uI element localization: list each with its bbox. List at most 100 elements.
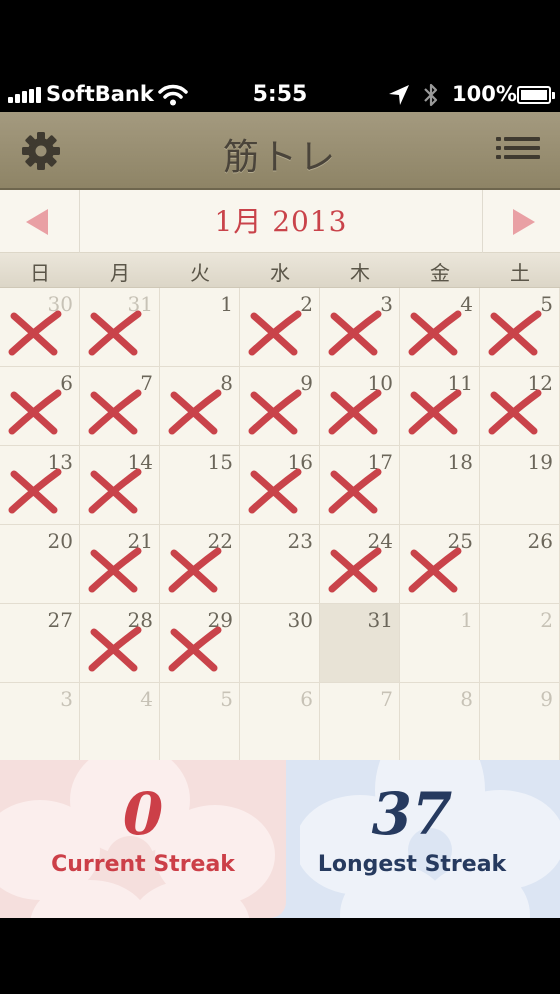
completed-x-mark-icon	[88, 389, 142, 435]
completed-x-mark-icon	[248, 310, 302, 356]
longest-streak-value: 37	[371, 780, 453, 848]
completed-x-mark-icon	[168, 389, 222, 435]
day-cell[interactable]: 28	[80, 604, 160, 683]
day-number: 6	[300, 687, 313, 711]
completed-x-mark-icon	[88, 547, 142, 593]
day-cell[interactable]: 2	[240, 288, 320, 367]
day-number: 18	[447, 450, 473, 474]
weekday-label: 日	[30, 261, 50, 285]
day-cell[interactable]: 15	[160, 446, 240, 525]
day-cell[interactable]: 16	[240, 446, 320, 525]
day-cell[interactable]: 7	[320, 683, 400, 762]
list-icon[interactable]	[496, 134, 540, 166]
completed-x-mark-icon	[408, 310, 462, 356]
completed-x-mark-icon	[88, 468, 142, 514]
completed-x-mark-icon	[248, 389, 302, 435]
day-cell[interactable]: 6	[0, 367, 80, 446]
day-cell[interactable]: 9	[480, 683, 560, 762]
day-cell[interactable]: 30	[0, 288, 80, 367]
day-number: 30	[287, 608, 313, 632]
day-cell[interactable]: 21	[80, 525, 160, 604]
day-cell[interactable]: 12	[480, 367, 560, 446]
day-cell[interactable]: 19	[480, 446, 560, 525]
day-cell[interactable]: 31	[80, 288, 160, 367]
location-arrow-icon	[389, 85, 409, 105]
day-number: 4	[140, 687, 153, 711]
day-cell[interactable]: 20	[0, 525, 80, 604]
day-cell-today[interactable]: 31	[320, 604, 400, 683]
day-cell[interactable]: 30	[240, 604, 320, 683]
longest-streak-card: 37 Longest Streak	[264, 760, 560, 918]
completed-x-mark-icon	[8, 468, 62, 514]
day-cell[interactable]: 17	[320, 446, 400, 525]
day-number: 26	[527, 529, 553, 553]
completed-x-mark-icon	[328, 310, 382, 356]
weekday-label: 金	[430, 261, 450, 285]
day-cell[interactable]: 8	[160, 367, 240, 446]
day-cell[interactable]: 10	[320, 367, 400, 446]
completed-x-mark-icon	[488, 389, 542, 435]
day-cell[interactable]: 6	[240, 683, 320, 762]
day-cell[interactable]: 8	[400, 683, 480, 762]
completed-x-mark-icon	[8, 310, 62, 356]
day-cell[interactable]: 25	[400, 525, 480, 604]
day-cell[interactable]: 27	[0, 604, 80, 683]
weekday-header: 日月火水木金土	[0, 253, 560, 288]
day-cell[interactable]: 26	[480, 525, 560, 604]
current-streak-value: 0	[122, 780, 164, 848]
day-number: 7	[380, 687, 393, 711]
day-cell[interactable]: 5	[160, 683, 240, 762]
calendar-grid: 30 31 1 2 3 4 5 6 7 8 9 10 11 12 13 14 15 16 17 18 19 20 21 22 2…	[0, 288, 560, 762]
day-cell[interactable]: 29	[160, 604, 240, 683]
completed-x-mark-icon	[328, 468, 382, 514]
weekday-label: 火	[190, 261, 210, 285]
weekday-label: 木	[350, 261, 370, 285]
current-streak-card: 0 Current Streak	[0, 760, 286, 918]
day-cell[interactable]: 4	[400, 288, 480, 367]
completed-x-mark-icon	[88, 626, 142, 672]
day-cell[interactable]: 4	[80, 683, 160, 762]
day-number: 8	[460, 687, 473, 711]
day-number: 27	[47, 608, 73, 632]
prev-month-button[interactable]	[0, 190, 80, 253]
battery-percentage: 100%	[452, 82, 517, 106]
completed-x-mark-icon	[488, 310, 542, 356]
month-header: 1月 2013	[0, 190, 560, 253]
completed-x-mark-icon	[168, 626, 222, 672]
day-cell[interactable]: 24	[320, 525, 400, 604]
completed-x-mark-icon	[328, 389, 382, 435]
day-cell[interactable]: 14	[80, 446, 160, 525]
day-cell[interactable]: 18	[400, 446, 480, 525]
day-cell[interactable]: 7	[80, 367, 160, 446]
day-cell[interactable]: 3	[0, 683, 80, 762]
day-cell[interactable]: 1	[160, 288, 240, 367]
weekday-label: 土	[510, 261, 530, 285]
day-cell[interactable]: 22	[160, 525, 240, 604]
day-number: 1	[220, 292, 233, 316]
day-cell[interactable]: 1	[400, 604, 480, 683]
calendar: 1月 2013 日月火水木金土 30 31 1 2 3 4 5 6 7 8 9 10 11 12 13 14 1…	[0, 190, 560, 762]
day-number: 31	[367, 608, 393, 632]
day-number: 23	[287, 529, 313, 553]
day-cell[interactable]: 5	[480, 288, 560, 367]
day-number: 19	[527, 450, 553, 474]
day-cell[interactable]: 3	[320, 288, 400, 367]
top-black-area	[0, 0, 560, 80]
completed-x-mark-icon	[408, 547, 462, 593]
weekday-label: 月	[110, 261, 130, 285]
completed-x-mark-icon	[168, 547, 222, 593]
day-cell[interactable]: 11	[400, 367, 480, 446]
next-month-button[interactable]	[482, 190, 560, 253]
streak-panel: 37 Longest Streak 0 Current Streak	[0, 760, 560, 918]
bluetooth-icon	[424, 83, 438, 107]
app-title: 筋トレ	[222, 137, 337, 178]
day-number: 15	[207, 450, 233, 474]
day-cell[interactable]: 23	[240, 525, 320, 604]
completed-x-mark-icon	[8, 389, 62, 435]
day-cell[interactable]: 13	[0, 446, 80, 525]
day-number: 20	[47, 529, 73, 553]
day-cell[interactable]: 2	[480, 604, 560, 683]
longest-streak-label: Longest Streak	[317, 852, 507, 877]
current-streak-label: Current Streak	[51, 852, 235, 877]
day-cell[interactable]: 9	[240, 367, 320, 446]
